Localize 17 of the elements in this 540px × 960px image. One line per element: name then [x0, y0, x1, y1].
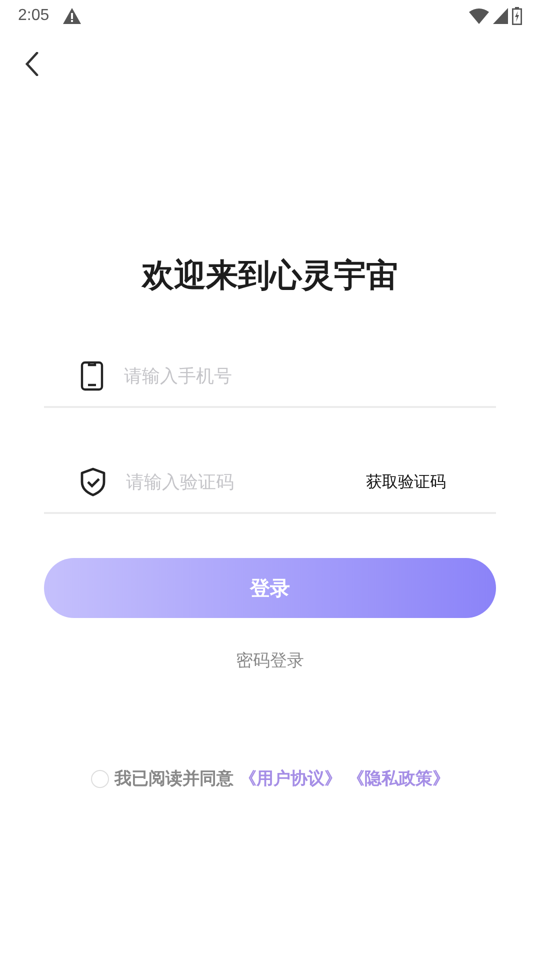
agreement-text: 我已阅读并同意 [114, 768, 234, 790]
password-login-link[interactable]: 密码登录 [230, 648, 310, 673]
shield-check-icon [80, 467, 106, 497]
phone-icon [80, 361, 104, 391]
warning-icon [63, 8, 82, 24]
code-input-field[interactable]: 请输入验证码 [126, 462, 346, 502]
login-button[interactable]: 登录 [44, 558, 496, 618]
agreement-link[interactable]: 《隐私政策》 [348, 767, 450, 790]
wifi-icon [469, 8, 489, 24]
get-code-button[interactable]: 获取验证码 [366, 472, 446, 492]
welcome-title: 欢迎来到心灵宇宙 [140, 255, 399, 296]
phone-input-field[interactable]: 请输入手机号 [124, 356, 496, 396]
battery-icon [512, 7, 522, 25]
status-time: 2:05 [18, 7, 50, 25]
agree-checkbox[interactable] [90, 770, 108, 788]
signal-icon [493, 8, 508, 24]
agreement-link[interactable]: 《用户协议》 [240, 767, 342, 790]
